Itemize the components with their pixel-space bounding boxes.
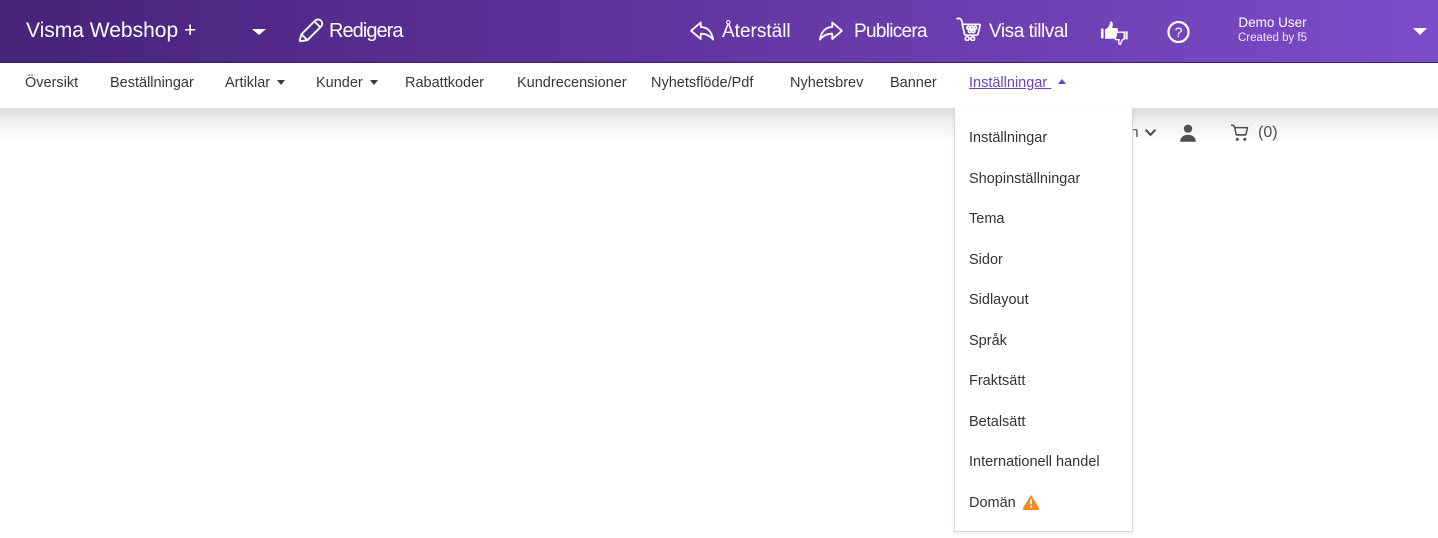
svg-text:?: ? [1175,24,1183,40]
